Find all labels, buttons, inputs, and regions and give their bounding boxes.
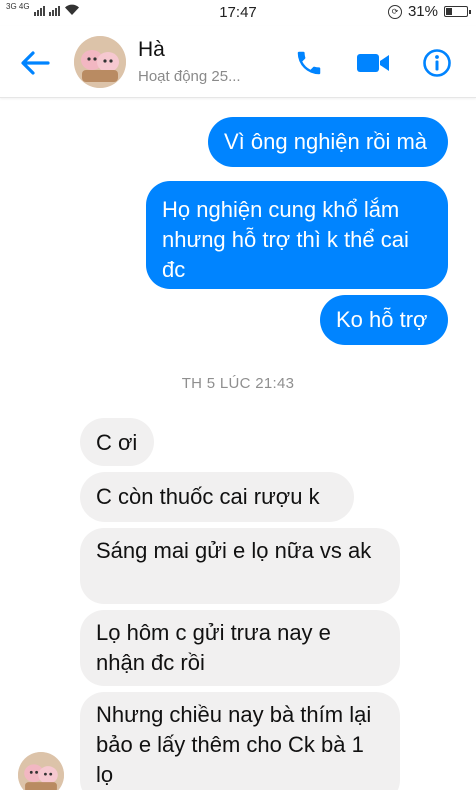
battery-percent: 31%	[407, 3, 438, 20]
contact-name[interactable]: Hà	[138, 38, 165, 62]
status-bar: 3G 4G 17:47 ⟳ 31%	[0, 0, 476, 26]
avatar-image	[74, 36, 126, 88]
info-button[interactable]	[418, 44, 456, 82]
sent-message[interactable]: Ko hỗ trợ	[320, 295, 448, 345]
video-call-button[interactable]	[354, 44, 392, 82]
message-thread[interactable]: Vì ông nghiện rồi mà Họ nghiện cung khổ …	[0, 99, 476, 790]
received-message[interactable]: C còn thuốc cai rượu k	[80, 472, 354, 522]
status-right: ⟳ 31%	[387, 3, 471, 20]
rotation-lock-icon: ⟳	[387, 4, 402, 19]
sender-avatar-image	[18, 752, 64, 790]
info-icon	[423, 49, 451, 77]
call-button[interactable]	[290, 44, 328, 82]
back-arrow-icon	[21, 51, 50, 75]
received-message[interactable]: C ơi	[80, 418, 154, 466]
battery-icon	[444, 6, 471, 17]
sent-message[interactable]: Vì ông nghiện rồi mà	[208, 117, 448, 167]
received-message[interactable]: Sáng mai gửi e lọ nữa vs ak	[80, 528, 400, 604]
timestamp-divider: TH 5 LÚC 21:43	[181, 375, 295, 392]
received-message[interactable]: Nhưng chiều nay bà thím lại bảo e lấy th…	[80, 692, 400, 790]
active-status: Hoạt động 25...	[138, 68, 241, 85]
back-button[interactable]	[18, 46, 52, 80]
received-message[interactable]: Lọ hôm c gửi trưa nay e nhận đc rồi	[80, 610, 400, 686]
phone-icon	[297, 51, 321, 75]
conversation-header: Hà Hoạt động 25...	[0, 26, 476, 98]
video-camera-icon	[357, 54, 389, 72]
battery-fill	[446, 8, 452, 15]
sent-message[interactable]: Họ nghiện cung khổ lắm nhưng hỗ trợ thì …	[146, 181, 448, 289]
avatar[interactable]	[74, 36, 126, 88]
sender-avatar[interactable]	[18, 752, 64, 790]
